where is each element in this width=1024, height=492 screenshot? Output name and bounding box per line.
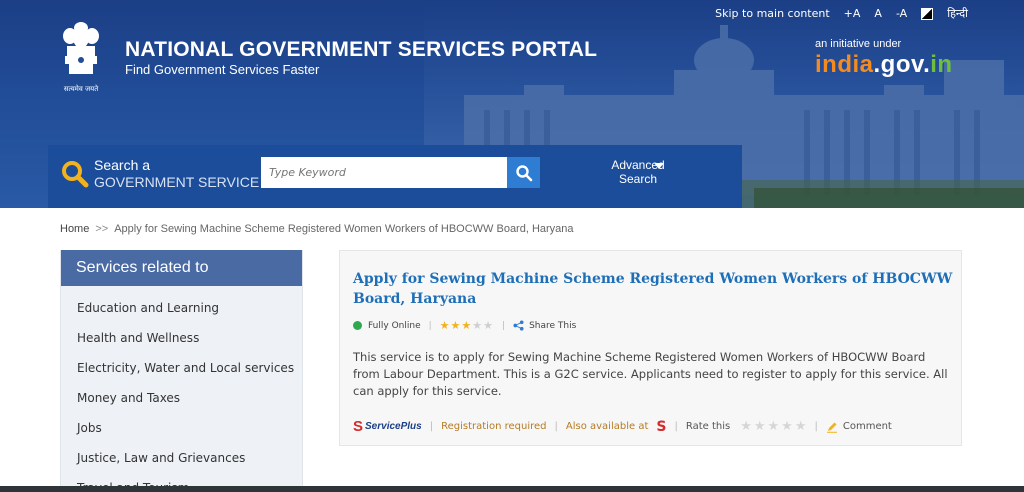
sidebar-item-electricity[interactable]: Electricity, Water and Local services	[61, 352, 302, 382]
rate-star-icon[interactable]: ★	[795, 419, 807, 434]
skip-to-main-link[interactable]: Skip to main content	[715, 7, 830, 20]
divider: |	[429, 421, 434, 432]
rating-star-icon: ★	[439, 319, 450, 332]
accessibility-bar: Skip to main content +A A -A हिन्दी	[701, 6, 968, 21]
india-gov-brand-part: india	[815, 51, 874, 78]
also-available-label: Also available at	[565, 421, 649, 432]
service-footer: S ServicePlus | Registration required | …	[353, 418, 892, 435]
site-header: Skip to main content +A A -A हिन्दी सत्य…	[0, 0, 1024, 208]
search-icon	[62, 161, 89, 188]
sidebar-list: Education and Learning Health and Wellne…	[61, 286, 302, 492]
rate-star-icon[interactable]: ★	[740, 419, 752, 434]
breadcrumb-separator: >>	[95, 223, 109, 235]
breadcrumb: Home >> Apply for Sewing Machine Scheme …	[60, 223, 574, 235]
status-badge: Fully Online	[368, 320, 421, 331]
horizontal-scrollbar[interactable]	[0, 486, 1024, 492]
advanced-search-toggle[interactable]: Advanced Search	[588, 158, 688, 186]
search-heading-line2: GOVERNMENT SERVICE	[94, 174, 260, 190]
sidebar-heading: Services related to	[61, 250, 302, 286]
initiative-text: an initiative under	[815, 38, 902, 50]
font-normal-button[interactable]: A	[874, 7, 882, 20]
contrast-toggle-icon[interactable]	[921, 7, 934, 20]
rate-star-icon[interactable]: ★	[781, 419, 793, 434]
search-bar: Search a GOVERNMENT SERVICE Advanced Sea…	[48, 145, 742, 208]
rate-star-icon[interactable]: ★	[754, 419, 766, 434]
divider: |	[502, 320, 506, 331]
service-card: Apply for Sewing Machine Scheme Register…	[339, 250, 962, 446]
advanced-search-label-2: Search	[618, 172, 658, 186]
breadcrumb-home-link[interactable]: Home	[60, 223, 89, 235]
sidebar-item-education[interactable]: Education and Learning	[61, 292, 302, 322]
service-description: This service is to apply for Sewing Mach…	[353, 350, 948, 398]
comment-link[interactable]: Comment	[843, 421, 892, 432]
registration-required-label: Registration required	[441, 421, 547, 432]
breadcrumb-current: Apply for Sewing Machine Scheme Register…	[114, 223, 574, 235]
divider: |	[428, 320, 432, 331]
india-gov-logo[interactable]: india.gov.in	[815, 51, 953, 79]
related-services-sidebar: Services related to Education and Learni…	[60, 250, 303, 492]
sidebar-item-justice[interactable]: Justice, Law and Grievances	[61, 442, 302, 472]
rate-this-stars[interactable]: ★ ★ ★ ★ ★	[738, 419, 806, 434]
portal-tagline: Find Government Services Faster	[125, 62, 320, 77]
serviceplus-logo-text: ServicePlus	[365, 421, 422, 432]
chevron-down-icon[interactable]	[654, 163, 664, 169]
india-gov-brand-part: in	[930, 51, 953, 78]
sidebar-item-health[interactable]: Health and Wellness	[61, 322, 302, 352]
ashoka-emblem-icon	[63, 22, 99, 74]
keyword-search-input[interactable]	[261, 157, 507, 188]
serviceplus-alt-icon[interactable]: S	[656, 419, 666, 435]
india-gov-brand-part: .gov.	[873, 51, 931, 78]
rating-star-icon: ★	[461, 319, 472, 332]
language-toggle-link[interactable]: हिन्दी	[947, 6, 968, 21]
rate-this-label: Rate this	[685, 421, 731, 432]
share-link[interactable]: Share This	[529, 321, 576, 331]
font-decrease-button[interactable]: -A	[896, 7, 907, 20]
rating-star-icon: ★	[483, 319, 494, 332]
advanced-search-label-1: Advanced	[611, 158, 665, 172]
pencil-icon[interactable]	[826, 421, 838, 433]
rate-star-icon[interactable]: ★	[768, 419, 780, 434]
rating-stars: ★★★★★	[440, 319, 494, 332]
rating-star-icon: ★	[450, 319, 461, 332]
national-emblem[interactable]: सत्यमेव जयते	[56, 18, 106, 94]
search-submit-button[interactable]	[507, 157, 540, 188]
sidebar-item-money[interactable]: Money and Taxes	[61, 382, 302, 412]
online-status-icon	[353, 321, 362, 330]
service-title-link[interactable]: Apply for Sewing Machine Scheme Register…	[353, 269, 953, 309]
sidebar-item-jobs[interactable]: Jobs	[61, 412, 302, 442]
divider: |	[674, 421, 678, 432]
font-increase-button[interactable]: +A	[844, 7, 861, 20]
service-meta: Fully Online | ★★★★★ | Share This	[353, 319, 576, 332]
search-heading: Search a GOVERNMENT SERVICE	[94, 157, 259, 191]
magnifier-icon	[515, 164, 532, 181]
serviceplus-logo[interactable]: S ServicePlus	[353, 418, 422, 435]
share-icon[interactable]	[513, 320, 524, 331]
serviceplus-s-icon: S	[353, 418, 364, 435]
rating-star-icon: ★	[472, 319, 483, 332]
portal-title[interactable]: NATIONAL GOVERNMENT SERVICES PORTAL	[125, 38, 597, 62]
divider: |	[814, 421, 818, 432]
divider: |	[554, 421, 558, 432]
emblem-motto: सत्यमेव जयते	[63, 85, 99, 93]
search-heading-line1: Search a	[94, 157, 151, 173]
